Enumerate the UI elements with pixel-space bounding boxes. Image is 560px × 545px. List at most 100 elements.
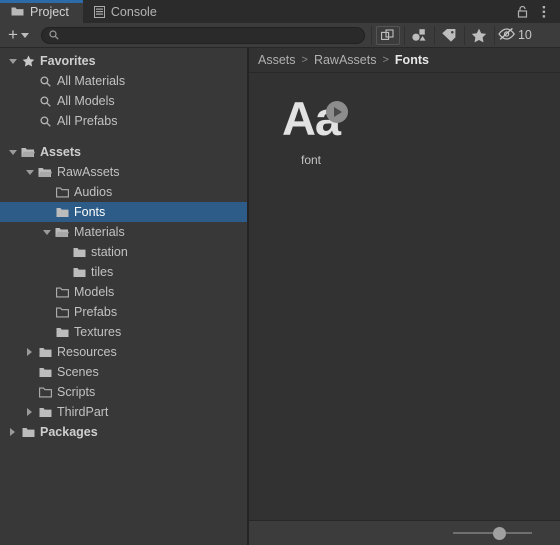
search-icon [36,91,54,111]
breadcrumb-item-fonts[interactable]: Fonts [395,53,429,67]
tab-console-label: Console [110,4,157,19]
folder-empty-icon [53,282,71,302]
chevron-right-icon[interactable] [6,422,19,442]
breadcrumb-separator: > [382,54,389,66]
tree-item-audios[interactable]: Audios [0,182,247,202]
twisty-placeholder [57,242,70,262]
tab-project[interactable]: Project [0,0,83,23]
tree-item-label: Scenes [57,365,99,379]
twisty-placeholder [57,262,70,282]
breadcrumb-item-rawassets[interactable]: RawAssets [314,53,377,67]
create-asset-button[interactable]: + [0,26,35,45]
folder-icon [36,342,54,362]
eye-slash-icon [497,27,516,44]
tree-item-materials[interactable]: Materials [0,222,247,242]
toolbar-divider [370,25,372,45]
tree-item-textures[interactable]: Textures [0,322,247,342]
twisty-placeholder [23,91,36,111]
tree-item-prefabs[interactable]: Prefabs [0,302,247,322]
tab-bar-controls [512,0,560,23]
breadcrumb-item-assets[interactable]: Assets [258,53,296,67]
tree-item-all-prefabs[interactable]: All Prefabs [0,111,247,131]
tree-item-label: Models [74,285,115,299]
tree-item-label: RawAssets [57,165,120,179]
tree-item-favorites[interactable]: Favorites [0,51,247,71]
hidden-assets-toggle[interactable]: 10 [495,27,539,44]
window-tab-bar: Project Console [0,0,560,24]
chevron-right-icon[interactable] [23,402,36,422]
hidden-assets-count: 10 [517,28,532,42]
search-input[interactable] [58,27,364,43]
tree-item-models[interactable]: Models [0,282,247,302]
folder-icon [36,402,54,422]
label-tag-icon[interactable] [435,24,464,47]
search-icon [49,30,59,40]
kebab-menu-icon[interactable] [534,1,554,23]
folder-open-icon [19,142,37,162]
twisty-placeholder [40,322,53,342]
search-field[interactable] [40,26,365,44]
tree-item-label: All Prefabs [57,114,118,128]
asset-browser-panel: Assets > RawAssets > Fonts Aa font [249,48,560,545]
twisty-placeholder [40,302,53,322]
folder-empty-icon [53,182,71,202]
tab-console[interactable]: Console [83,0,171,23]
folder-icon [36,362,54,382]
tree-item-assets[interactable]: Assets [0,142,247,162]
tree-item-label: tiles [91,265,114,279]
tree-item-station[interactable]: station [0,242,247,262]
tree-item-scripts[interactable]: Scripts [0,382,247,402]
chevron-down-icon[interactable] [6,51,19,71]
asset-grid: Aa font [249,73,560,167]
chevron-right-icon[interactable] [23,342,36,362]
tree-item-packages[interactable]: Packages [0,422,247,442]
folder-icon [53,322,71,342]
chevron-down-icon [20,32,29,38]
tree-item-fonts[interactable]: Fonts [0,202,247,222]
folder-tree: Favorites All Materials All Models All Pref… [0,48,247,442]
tree-item-rawassets[interactable]: RawAssets [0,162,247,182]
chevron-down-icon[interactable] [23,162,36,182]
tree-item-tiles[interactable]: tiles [0,262,247,282]
tree-item-resources[interactable]: Resources [0,342,247,362]
tree-item-all-models[interactable]: All Models [0,91,247,111]
project-toolbar: + 10 [0,23,560,48]
tree-item-label: Materials [74,225,125,239]
tree-item-label: Fonts [74,205,106,219]
chevron-down-icon[interactable] [6,142,19,162]
folder-icon [11,6,24,17]
padlock-icon[interactable] [512,1,532,23]
plus-icon: + [8,25,18,44]
zoom-slider-handle[interactable] [492,526,506,540]
folder-icon [70,262,88,282]
zoom-slider[interactable] [453,526,532,540]
tree-item-label: Textures [74,325,122,339]
asset-label: font [300,153,321,167]
tab-project-label: Project [30,4,69,19]
tree-item-label: Prefabs [74,305,118,319]
font-asset-thumbnail[interactable]: Aa [268,87,354,149]
open-in-new-window-icon[interactable] [375,25,400,45]
twisty-placeholder [40,282,53,302]
asset-type-filter-icon[interactable] [405,24,434,47]
tree-item-label: Assets [40,145,81,159]
tree-item-label: All Models [57,94,115,108]
console-list-icon [93,5,105,18]
asset-item[interactable]: Aa font [263,87,359,167]
chevron-down-icon[interactable] [40,222,53,242]
favorite-star-icon[interactable] [465,24,494,47]
folder-empty-icon [53,302,71,322]
star-icon [19,51,37,71]
play-preview-icon[interactable] [326,101,348,123]
twisty-placeholder [40,202,53,222]
tree-item-scenes[interactable]: Scenes [0,362,247,382]
asset-browser-footer [249,520,560,545]
tree-item-all-materials[interactable]: All Materials [0,71,247,91]
unity-project-window: Project Console + 10 Favorites All Mater… [0,0,560,545]
folder-open-icon [36,162,54,182]
tree-item-label: All Materials [57,74,126,88]
folder-open-icon [53,222,71,242]
tree-item-label: Audios [74,185,113,199]
tree-item-label: ThirdPart [57,405,109,419]
tree-item-thirdpart[interactable]: ThirdPart [0,402,247,422]
